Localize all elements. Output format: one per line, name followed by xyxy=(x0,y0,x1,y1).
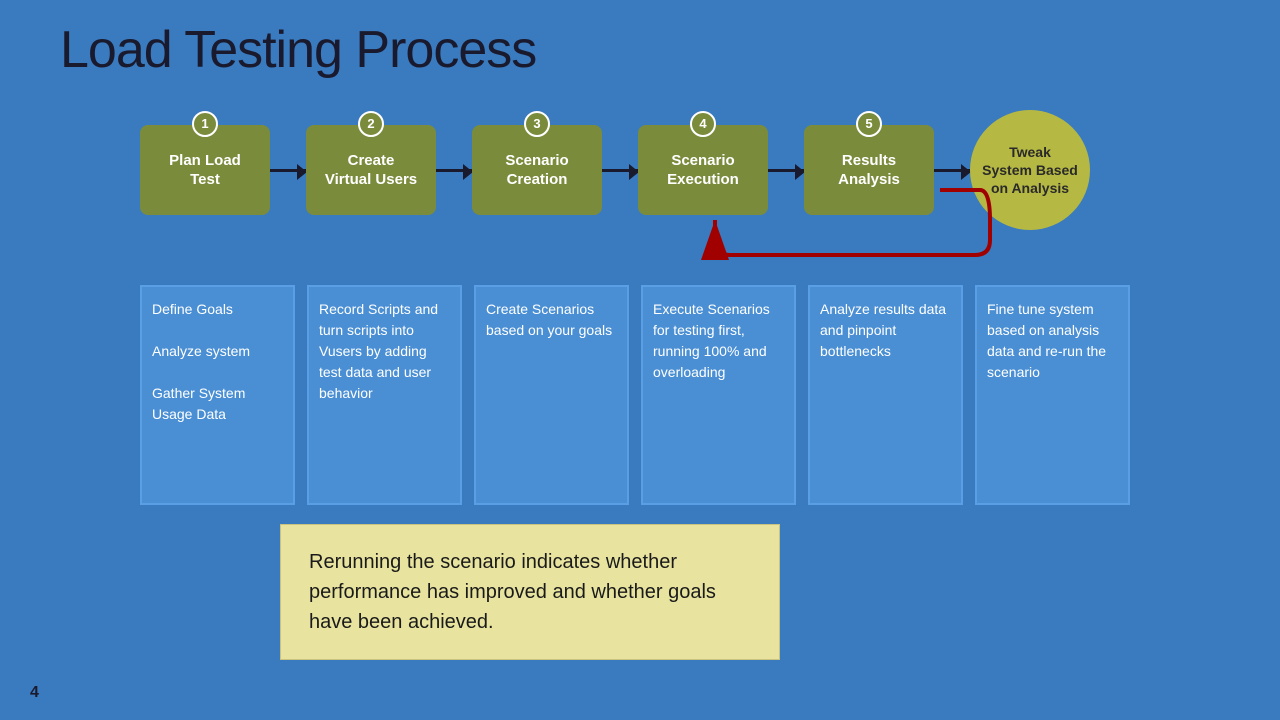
feedback-arrow xyxy=(630,160,990,260)
description-boxes: Define GoalsAnalyze systemGather System … xyxy=(140,285,1130,505)
step-3-number: 3 xyxy=(524,111,550,137)
desc-5-text: Analyze results data and pinpoint bottle… xyxy=(820,301,946,359)
arrow-1-2 xyxy=(270,169,306,172)
step-4-number: 4 xyxy=(690,111,716,137)
desc-box-6: Fine tune system based on analysis data … xyxy=(975,285,1130,505)
step-1-number: 1 xyxy=(192,111,218,137)
step-2-label: CreateVirtual Users xyxy=(325,151,417,190)
step-1-box[interactable]: 1 Plan LoadTest xyxy=(140,125,270,215)
step-3-label: ScenarioCreation xyxy=(505,151,568,190)
callout-box: Rerunning the scenario indicates whether… xyxy=(280,524,780,660)
step-3-box[interactable]: 3 ScenarioCreation xyxy=(472,125,602,215)
desc-box-1: Define GoalsAnalyze systemGather System … xyxy=(140,285,295,505)
step-2-box[interactable]: 2 CreateVirtual Users xyxy=(306,125,436,215)
slide-title: Load Testing Process xyxy=(60,20,536,80)
step-5-number: 5 xyxy=(856,111,882,137)
final-step-label: TweakSystem Basedon Analysis xyxy=(982,143,1078,198)
callout-text: Rerunning the scenario indicates whether… xyxy=(309,551,716,633)
desc-2-text: Record Scripts and turn scripts into Vus… xyxy=(319,301,438,401)
desc-3-text: Create Scenarios based on your goals xyxy=(486,301,612,338)
desc-6-text: Fine tune system based on analysis data … xyxy=(987,301,1106,380)
desc-box-3: Create Scenarios based on your goals xyxy=(474,285,629,505)
arrow-2-3 xyxy=(436,169,472,172)
step-2-number: 2 xyxy=(358,111,384,137)
desc-box-5: Analyze results data and pinpoint bottle… xyxy=(808,285,963,505)
slide-number: 4 xyxy=(30,684,39,702)
desc-1-text: Define GoalsAnalyze systemGather System … xyxy=(152,301,250,422)
step-1-label: Plan LoadTest xyxy=(169,151,241,190)
desc-box-4: Execute Scenarios for testing first, run… xyxy=(641,285,796,505)
desc-4-text: Execute Scenarios for testing first, run… xyxy=(653,301,770,380)
desc-box-2: Record Scripts and turn scripts into Vus… xyxy=(307,285,462,505)
